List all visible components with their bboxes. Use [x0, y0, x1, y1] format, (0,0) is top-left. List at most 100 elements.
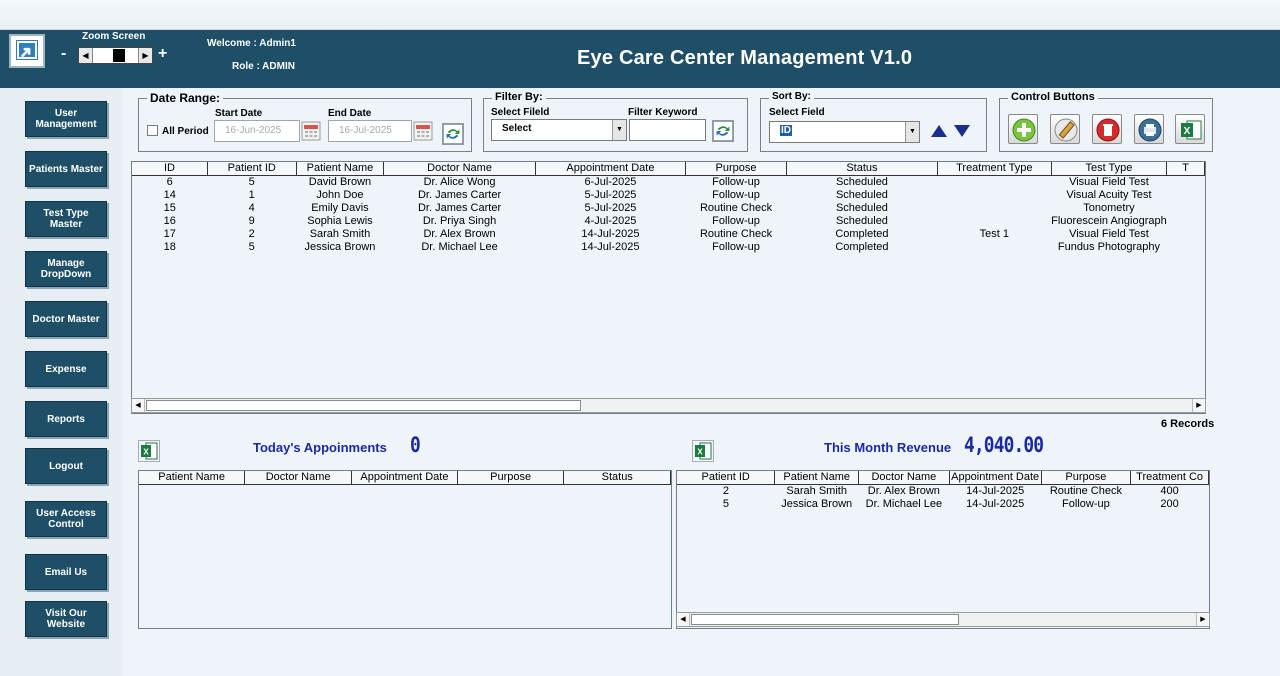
- column-header[interactable]: Patient Name: [296, 162, 384, 175]
- zoom-right-arrow-icon[interactable]: ▶: [138, 48, 152, 63]
- table-cell: [1167, 202, 1205, 215]
- table-row[interactable]: 169Sophia LewisDr. Priya Singh4-Jul-2025…: [132, 215, 1205, 228]
- table-row[interactable]: 172Sarah SmithDr. Alex Brown14-Jul-2025R…: [132, 228, 1205, 241]
- filter-refresh-icon[interactable]: [712, 120, 734, 142]
- nav-expense-button[interactable]: Expense: [25, 351, 107, 387]
- zoom-slider[interactable]: ◀ ▶: [78, 47, 153, 64]
- zoom-left-arrow-icon[interactable]: ◀: [79, 48, 93, 63]
- column-header[interactable]: T: [1167, 162, 1205, 175]
- nav-user-management-button[interactable]: User Management: [25, 101, 107, 137]
- app-logo-icon[interactable]: ➜: [9, 34, 45, 68]
- column-header[interactable]: Status: [786, 162, 937, 175]
- table-cell: Tonometry: [1051, 202, 1167, 215]
- all-period-checkbox[interactable]: [147, 125, 158, 136]
- scroll-thumb[interactable]: [146, 400, 581, 411]
- nav-visit-website-button[interactable]: Visit Our Website: [25, 601, 107, 637]
- scroll-left-icon[interactable]: ◀: [677, 613, 690, 626]
- nav-patients-master-button[interactable]: Patients Master: [25, 151, 107, 187]
- column-header[interactable]: Doctor Name: [245, 471, 352, 484]
- table-cell: 14-Jul-2025: [949, 498, 1041, 511]
- table-row[interactable]: 185Jessica BrownDr. Michael Lee14-Jul-20…: [132, 241, 1205, 254]
- column-header[interactable]: Purpose: [457, 471, 564, 484]
- scroll-thumb[interactable]: [691, 614, 959, 625]
- start-date-label: Start Date: [215, 108, 262, 119]
- table-cell: Routine Check: [686, 202, 787, 215]
- today-excel-icon[interactable]: X: [138, 440, 160, 462]
- table-row[interactable]: 2Sarah SmithDr. Alex Brown14-Jul-2025Rou…: [677, 484, 1209, 498]
- table-row[interactable]: 141John DoeDr. James Carter5-Jul-2025Fol…: [132, 189, 1205, 202]
- appointments-hscroll[interactable]: ◀ ▶: [131, 398, 1206, 413]
- end-calendar-icon[interactable]: [413, 121, 433, 141]
- table-cell: Visual Field Test: [1051, 228, 1167, 241]
- nav-test-type-master-button[interactable]: Test Type Master: [25, 201, 107, 237]
- column-header[interactable]: Purpose: [686, 162, 787, 175]
- table-cell: [937, 175, 1051, 189]
- table-cell: Dr. Michael Lee: [859, 498, 950, 511]
- table-row[interactable]: 5Jessica BrownDr. Michael Lee14-Jul-2025…: [677, 498, 1209, 511]
- table-row[interactable]: 154Emily DavisDr. James Carter5-Jul-2025…: [132, 202, 1205, 215]
- column-header[interactable]: Purpose: [1041, 471, 1131, 484]
- column-header[interactable]: Status: [564, 471, 671, 484]
- table-cell: Follow-up: [686, 215, 787, 228]
- table-cell: 5-Jul-2025: [535, 189, 685, 202]
- column-header[interactable]: Patient ID: [207, 162, 296, 175]
- edit-button[interactable]: [1050, 114, 1080, 144]
- today-appointments-count: 0: [410, 433, 420, 457]
- filter-field-select[interactable]: Select ▼: [491, 119, 627, 141]
- column-header[interactable]: Appointment Date: [949, 471, 1041, 484]
- sort-ascending-icon[interactable]: [929, 123, 949, 139]
- control-buttons-legend: Control Buttons: [1008, 91, 1098, 103]
- zoom-slider-thumb[interactable]: [113, 49, 125, 62]
- delete-button[interactable]: [1092, 114, 1122, 144]
- appointments-grid[interactable]: IDPatient IDPatient NameDoctor NameAppoi…: [131, 161, 1206, 414]
- column-header[interactable]: Doctor Name: [384, 162, 535, 175]
- column-header[interactable]: Test Type: [1051, 162, 1167, 175]
- table-cell: Routine Check: [1041, 484, 1131, 498]
- export-excel-button[interactable]: X: [1175, 114, 1205, 144]
- column-header[interactable]: Doctor Name: [859, 471, 950, 484]
- nav-doctor-master-button[interactable]: Doctor Master: [25, 301, 107, 337]
- nav-user-access-control-button[interactable]: User Access Control: [25, 501, 107, 537]
- records-count: 6 Records: [1161, 418, 1214, 430]
- app-header: ➜ Zoom Screen - ◀ ▶ + Welcome : Admin1 R…: [0, 30, 1280, 88]
- sort-descending-icon[interactable]: [952, 123, 972, 139]
- date-range-legend: Date Range:: [147, 91, 223, 105]
- scroll-right-icon[interactable]: ▶: [1192, 399, 1205, 412]
- nav-email-us-button[interactable]: Email Us: [25, 554, 107, 590]
- table-cell: [1167, 175, 1205, 189]
- start-calendar-icon[interactable]: [301, 121, 321, 141]
- revenue-grid[interactable]: Patient IDPatient NameDoctor NameAppoint…: [676, 470, 1210, 629]
- zoom-in-button[interactable]: +: [158, 45, 167, 63]
- table-cell: John Doe: [296, 189, 384, 202]
- chevron-down-icon[interactable]: ▼: [612, 120, 626, 140]
- add-button[interactable]: [1008, 114, 1038, 144]
- table-cell: Fluorescein Angiograph: [1051, 215, 1167, 228]
- filter-keyword-input[interactable]: [629, 119, 706, 141]
- column-header[interactable]: Treatment Co: [1131, 471, 1209, 484]
- table-row[interactable]: 65David BrownDr. Alice Wong6-Jul-2025Fol…: [132, 175, 1205, 189]
- chevron-down-icon[interactable]: ▼: [905, 122, 919, 142]
- column-header[interactable]: Treatment Type: [937, 162, 1051, 175]
- nav-reports-button[interactable]: Reports: [25, 401, 107, 437]
- column-header[interactable]: Patient Name: [775, 471, 859, 484]
- scroll-right-icon[interactable]: ▶: [1196, 613, 1209, 626]
- today-appointments-grid[interactable]: Patient NameDoctor NameAppointment DateP…: [138, 470, 672, 629]
- zoom-out-button[interactable]: -: [61, 45, 66, 63]
- revenue-excel-icon[interactable]: X: [692, 440, 714, 462]
- column-header[interactable]: Patient Name: [139, 471, 245, 484]
- scroll-left-icon[interactable]: ◀: [132, 399, 145, 412]
- nav-manage-dropdown-button[interactable]: Manage DropDown: [25, 251, 107, 287]
- start-date-field[interactable]: 16-Jun-2025: [214, 120, 300, 142]
- end-date-field[interactable]: 16-Jul-2025: [328, 120, 412, 142]
- column-header[interactable]: Patient ID: [677, 471, 775, 484]
- column-header[interactable]: Appointment Date: [351, 471, 457, 484]
- nav-logout-button[interactable]: Logout: [25, 448, 107, 484]
- sort-field-select[interactable]: ID ▼: [769, 121, 920, 143]
- print-button[interactable]: [1134, 114, 1164, 144]
- table-cell: Dr. Alice Wong: [384, 175, 535, 189]
- table-cell: 15: [132, 202, 207, 215]
- column-header[interactable]: Appointment Date: [535, 162, 685, 175]
- revenue-hscroll[interactable]: ◀ ▶: [676, 612, 1210, 627]
- column-header[interactable]: ID: [132, 162, 207, 175]
- date-refresh-icon[interactable]: [442, 123, 464, 145]
